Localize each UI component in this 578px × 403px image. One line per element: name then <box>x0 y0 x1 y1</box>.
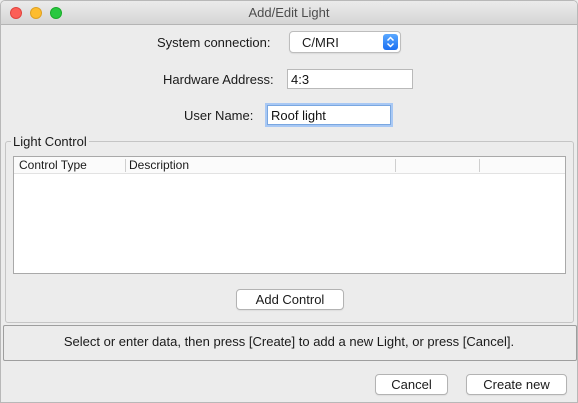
window-title: Add/Edit Light <box>248 5 330 20</box>
system-connection-select[interactable]: C/MRI <box>289 31 401 53</box>
user-name-field[interactable] <box>267 105 391 125</box>
add-edit-light-window: Add/Edit Light System connection: C/MRI … <box>0 0 578 403</box>
system-connection-label: System connection: <box>157 35 271 50</box>
column-header-control-type[interactable]: Control Type <box>15 157 125 174</box>
hardware-address-field[interactable] <box>287 69 413 89</box>
title-bar: Add/Edit Light <box>1 1 577 25</box>
add-control-button[interactable]: Add Control <box>236 289 344 310</box>
cancel-button[interactable]: Cancel <box>375 374 448 395</box>
table-header: Control Type Description <box>14 157 565 174</box>
hardware-address-label: Hardware Address: <box>163 72 274 87</box>
create-new-button[interactable]: Create new <box>466 374 567 395</box>
user-name-label: User Name: <box>184 108 254 123</box>
system-connection-value: C/MRI <box>302 35 339 50</box>
dropdown-arrows-icon <box>383 34 398 50</box>
column-header-description[interactable]: Description <box>125 157 395 174</box>
light-control-legend: Light Control <box>11 134 89 149</box>
column-header-4[interactable] <box>479 157 565 174</box>
status-message: Select or enter data, then press [Create… <box>63 334 515 349</box>
column-header-3[interactable] <box>395 157 479 174</box>
light-control-table[interactable]: Control Type Description <box>13 156 566 274</box>
